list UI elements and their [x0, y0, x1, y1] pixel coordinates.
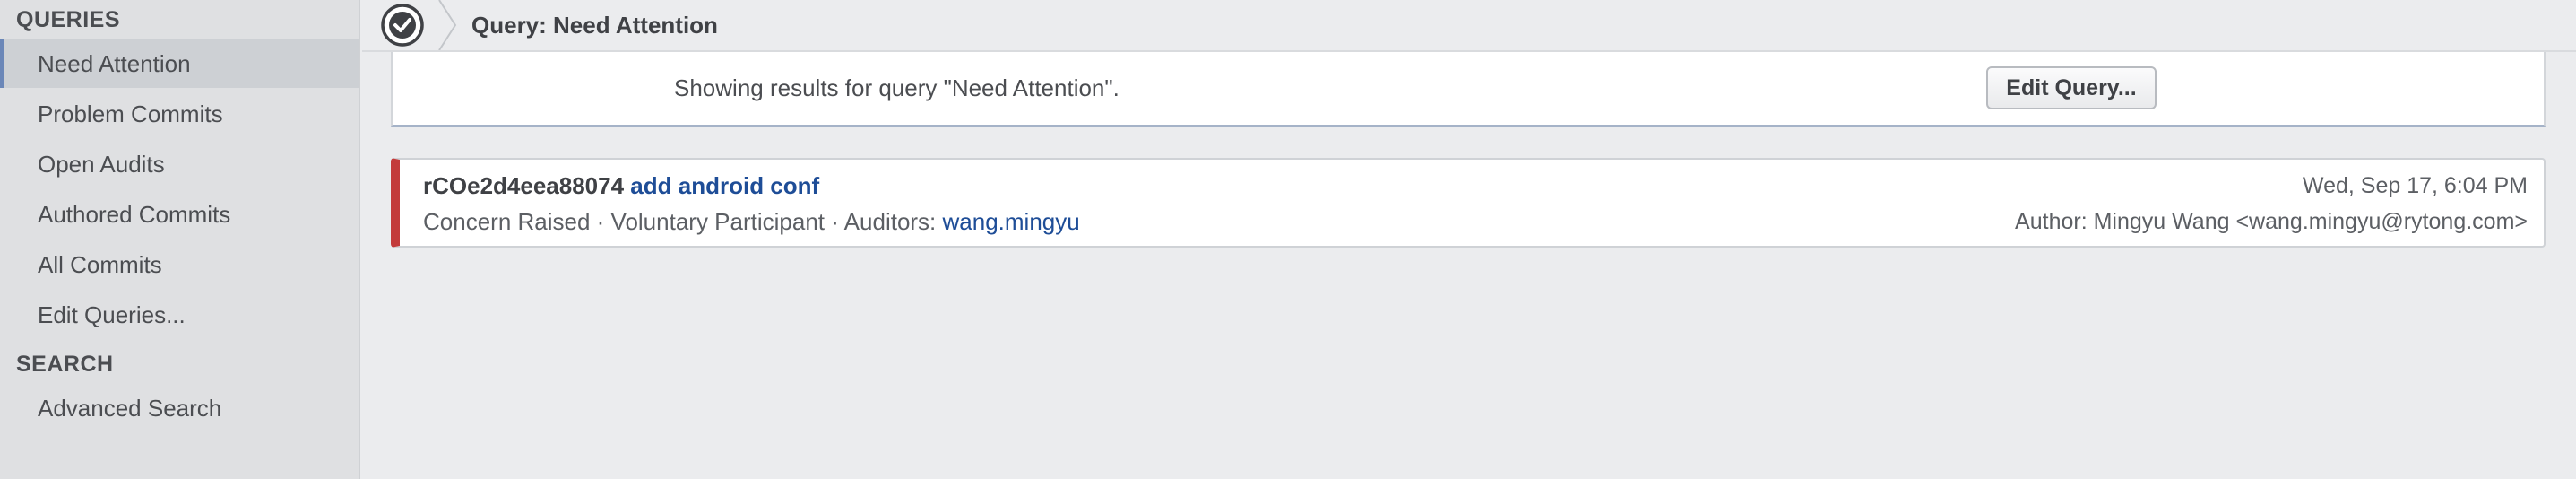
check-circle-icon[interactable] — [380, 3, 425, 48]
breadcrumb-bar: Query: Need Attention — [362, 0, 2576, 52]
sidebar-item-authored-commits[interactable]: Authored Commits — [0, 190, 359, 239]
breadcrumb-separator — [438, 0, 457, 50]
edit-query-button[interactable]: Edit Query... — [1986, 66, 2157, 109]
sidebar: QUERIES Need Attention Problem Commits O… — [0, 0, 360, 479]
commit-author: Author: Mingyu Wang <wang.mingyu@rytong.… — [2015, 209, 2528, 234]
sidebar-item-all-commits[interactable]: All Commits — [0, 240, 359, 289]
page-title: Query: Need Attention — [471, 12, 718, 39]
commit-id[interactable]: rCOe2d4eea88074 — [423, 172, 624, 199]
commit-message-link[interactable]: add android conf — [630, 172, 819, 199]
query-results-text: Showing results for query "Need Attentio… — [674, 74, 1119, 101]
sidebar-item-open-audits[interactable]: Open Audits — [0, 140, 359, 188]
query-info-panel: Showing results for query "Need Attentio… — [391, 52, 2546, 127]
commit-status-line: Concern Raised · Voluntary Participant ·… — [423, 206, 1080, 237]
sidebar-item-advanced-search[interactable]: Advanced Search — [0, 384, 359, 432]
queries-heading: QUERIES — [16, 7, 121, 32]
commit-header: rCOe2d4eea88074 add android conf — [423, 170, 819, 201]
sidebar-item-edit-queries[interactable]: Edit Queries... — [0, 291, 359, 339]
commit-date: Wed, Sep 17, 6:04 PM — [2302, 173, 2528, 198]
sidebar-item-need-attention[interactable]: Need Attention — [0, 39, 359, 88]
sidebar-item-problem-commits[interactable]: Problem Commits — [0, 90, 359, 138]
commit-status: Concern Raised · Voluntary Participant ·… — [423, 208, 943, 235]
auditor-link[interactable]: wang.mingyu — [943, 208, 1080, 235]
app-layout: QUERIES Need Attention Problem Commits O… — [0, 0, 2576, 479]
search-heading: SEARCH — [16, 352, 114, 377]
commit-row[interactable]: rCOe2d4eea88074 add android conf Wed, Se… — [391, 158, 2546, 248]
